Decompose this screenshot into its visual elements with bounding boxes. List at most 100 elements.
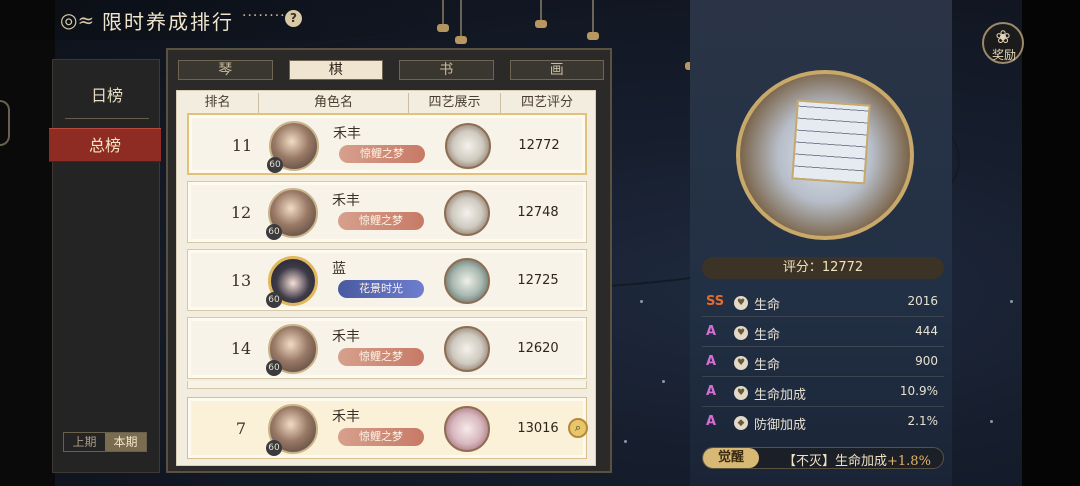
level-badge: 60 [266, 360, 282, 376]
stat-value: 2016 [907, 294, 938, 308]
ranking-row[interactable]: 13 60 蓝 花景时光 12725 [187, 249, 587, 311]
tab-hua[interactable]: 画 [509, 60, 604, 80]
stat-divider [702, 376, 944, 377]
row-score: 12620 [517, 341, 559, 356]
go-board-showcase-icon[interactable] [444, 326, 490, 372]
daily-ranking-tab[interactable]: 日榜 [53, 82, 161, 106]
title-badge: 惊鲤之梦 [338, 212, 424, 230]
stat-divider [702, 316, 944, 317]
title-badge: 惊鲤之梦 [338, 428, 424, 446]
magnify-icon[interactable]: ⌕ [568, 418, 588, 438]
ranking-row[interactable]: 14 60 禾丰 惊鲤之梦 12620 [187, 317, 587, 379]
awaken-bonus: +1.8% [887, 454, 931, 469]
tab-qin[interactable]: 琴 [178, 60, 273, 80]
go-board-showcase-icon[interactable] [444, 258, 490, 304]
ranking-list[interactable]: 排名 角色名 四艺展示 四艺评分 11 60 禾丰 惊鲤之梦 12772 12 … [176, 90, 596, 466]
hanging-lantern [535, 0, 547, 28]
stat-row: A ♥ 生命加成 10.9% [702, 382, 944, 406]
row-score: 13016 [517, 421, 559, 436]
help-icon[interactable]: ? [285, 10, 302, 27]
right-letterbox [1022, 0, 1080, 486]
stat-name: 生命 [754, 358, 781, 373]
my-ranking-row[interactable]: 7 60 禾丰 惊鲤之梦 13016 ⌕ [187, 397, 588, 459]
row-score: 12772 [518, 138, 560, 153]
stat-value: 900 [915, 354, 938, 368]
row-rank: 7 [235, 419, 247, 438]
title-dots: ········ [242, 8, 286, 24]
tab-qi[interactable]: 棋 [288, 60, 383, 80]
stat-grade: A [706, 384, 717, 399]
stat-grade: A [706, 354, 717, 369]
heart-icon: ♥ [734, 296, 748, 310]
list-header: 排名 角色名 四艺展示 四艺评分 [177, 93, 597, 113]
stat-name: 生命加成 [754, 388, 807, 403]
title-badge: 花景时光 [338, 280, 424, 298]
row-score: 12748 [517, 205, 559, 220]
category-tabs: 琴 棋 书 画 [178, 60, 604, 82]
stat-name: 防御加成 [754, 418, 807, 433]
row-rank: 13 [230, 271, 252, 290]
page-title: 限时养成排行 [102, 10, 234, 34]
awaken-bar: 觉醒 【不灭】生命加成+1.8% [702, 447, 944, 469]
level-badge: 60 [266, 224, 282, 240]
total-ranking-tab[interactable]: 总榜 [49, 128, 161, 162]
game-screen: ◎≈ 限时养成排行 ········ ? ❀ 奖励 日榜 总榜 上期 本期 琴 … [0, 0, 1080, 486]
title-badge: 惊鲤之梦 [339, 145, 425, 163]
stat-row: A ◆ 防御加成 2.1% [702, 412, 944, 436]
cloud-logo-icon: ◎≈ [60, 8, 95, 32]
heart-icon: ♥ [734, 326, 748, 340]
stat-divider [702, 406, 944, 407]
ranking-type-panel: 日榜 总榜 上期 本期 [49, 59, 161, 473]
stat-grade: A [706, 414, 717, 429]
current-period-button[interactable]: 本期 [105, 433, 146, 451]
row-score: 12725 [517, 273, 559, 288]
stat-divider [702, 346, 944, 347]
header-score: 四艺评分 [520, 95, 573, 110]
header-name: 角色名 [259, 93, 409, 113]
stat-row: A ♥ 生命 900 [702, 352, 944, 376]
go-board-showcase-icon[interactable] [444, 406, 490, 452]
stat-value: 444 [915, 324, 938, 338]
awaken-effect: 【不灭】生命加成 [783, 454, 888, 469]
sparkle [662, 380, 665, 383]
go-board-showcase-icon[interactable] [445, 123, 491, 169]
awaken-tag: 觉醒 [703, 448, 759, 468]
stat-row: A ♥ 生命 444 [702, 322, 944, 346]
sparkle [990, 420, 993, 423]
title-badge: 惊鲤之梦 [338, 348, 424, 366]
stat-name: 生命 [754, 328, 781, 343]
player-name: 禾丰 [332, 329, 360, 345]
sparkle [624, 440, 627, 443]
previous-period-button[interactable]: 上期 [64, 433, 105, 451]
player-name: 蓝 [332, 261, 346, 277]
tab-shu[interactable]: 书 [399, 60, 494, 80]
level-badge: 60 [266, 440, 282, 456]
sparkle [640, 300, 643, 303]
go-board-showcase-icon[interactable] [444, 190, 490, 236]
ranking-row-partial [187, 381, 587, 389]
go-board-image [791, 99, 871, 185]
sparkle [1010, 300, 1013, 303]
stat-name: 生命 [754, 298, 781, 313]
player-name: 禾丰 [333, 126, 361, 142]
awaken-text: 【不灭】生命加成+1.8% [783, 450, 931, 469]
row-rank: 14 [230, 339, 252, 358]
header-rank: 排名 [177, 93, 259, 113]
stat-grade: A [706, 324, 717, 339]
shield-icon: ◆ [734, 416, 748, 430]
reward-label[interactable]: 奖励 [984, 46, 1024, 63]
side-divider [65, 118, 149, 119]
row-rank: 12 [230, 203, 252, 222]
stat-value: 10.9% [899, 384, 938, 398]
heart-icon: ♥ [734, 386, 748, 400]
left-letterbox [0, 0, 55, 486]
stat-grade: SS [706, 294, 725, 309]
detail-score: 评分：12772 [702, 257, 944, 279]
header-show: 四艺展示 [409, 93, 501, 113]
ranking-row[interactable]: 11 60 禾丰 惊鲤之梦 12772 [187, 113, 587, 175]
stat-row: SS ♥ 生命 2016 [702, 292, 944, 316]
hanging-lantern [587, 0, 599, 40]
header-bar: ◎≈ 限时养成排行 ········ ? [0, 0, 500, 40]
period-toggle: 上期 本期 [63, 432, 147, 452]
ranking-row[interactable]: 12 60 禾丰 惊鲤之梦 12748 [187, 181, 587, 243]
